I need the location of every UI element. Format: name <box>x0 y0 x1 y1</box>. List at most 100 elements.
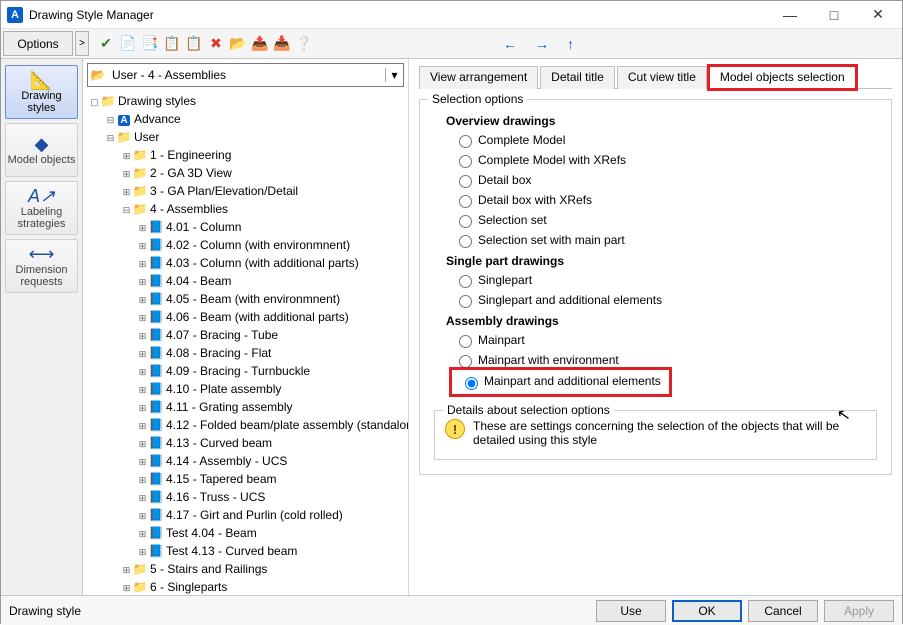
check-icon[interactable]: ✔ <box>97 35 115 53</box>
radio-input[interactable] <box>459 275 472 288</box>
radio-label: Mainpart with environment <box>478 353 619 367</box>
tree-root[interactable]: ▢📁Drawing styles ⊟AAdvance ⊟📁User ⊞📁1 - … <box>89 93 404 595</box>
ok-button[interactable]: OK <box>672 600 742 622</box>
folder-open-icon[interactable]: 📂 <box>229 35 247 53</box>
paste-icon[interactable]: 📋 <box>185 35 203 53</box>
sidebar-item-label: Labeling strategies <box>6 206 77 230</box>
tree-item[interactable]: ⊞📘4.01 - Column <box>137 219 404 237</box>
nav-back-icon[interactable]: ← <box>503 36 517 52</box>
tree[interactable]: ▢📁Drawing styles ⊟AAdvance ⊟📁User ⊞📁1 - … <box>83 91 408 595</box>
tree-item[interactable]: ⊞📘4.07 - Bracing - Tube <box>137 327 404 345</box>
tree-label: 1 - Engineering <box>150 148 231 162</box>
radio-label: Selection set <box>478 213 547 227</box>
help-icon[interactable]: ❔ <box>295 35 313 53</box>
nav-buttons: ← → ↑ <box>503 29 574 58</box>
tab-view-arrangement[interactable]: View arrangement <box>419 66 538 89</box>
tree-item[interactable]: ⊞📁3 - GA Plan/Elevation/Detail <box>121 183 404 201</box>
copy-icon[interactable]: 📋 <box>163 35 181 53</box>
tree-item[interactable]: ⊞📘4.14 - Assembly - UCS <box>137 453 404 471</box>
tree-item[interactable]: ⊞📘4.10 - Plate assembly <box>137 381 404 399</box>
tree-item[interactable]: ⊞📘Test 4.13 - Curved beam <box>137 543 404 561</box>
tree-item[interactable]: ⊞📁2 - GA 3D View <box>121 165 404 183</box>
details-text: These are settings concerning the select… <box>473 419 866 447</box>
tree-advance[interactable]: ⊟AAdvance <box>105 111 404 129</box>
cancel-button[interactable]: Cancel <box>748 600 818 622</box>
details-legend: Details about selection options <box>443 403 614 417</box>
radio-option[interactable]: Detail box <box>454 172 877 188</box>
radio-option[interactable]: Mainpart <box>454 332 877 348</box>
radio-input[interactable] <box>459 215 472 228</box>
tree-item[interactable]: ⊞📘4.09 - Bracing - Turnbuckle <box>137 363 404 381</box>
radio-input[interactable] <box>459 355 472 368</box>
tree-item[interactable]: ⊞📘4.08 - Bracing - Flat <box>137 345 404 363</box>
path-combo[interactable]: 📂 User - 4 - Assemblies ▾ <box>87 63 404 87</box>
nav-forward-icon[interactable]: → <box>535 36 549 52</box>
radio-option[interactable]: Selection set with main part <box>454 232 877 248</box>
tree-item[interactable]: ⊞📁1 - Engineering <box>121 147 404 165</box>
tree-pane: 📂 User - 4 - Assemblies ▾ ▢📁Drawing styl… <box>83 59 409 595</box>
tree-item[interactable]: ⊞📘4.04 - Beam <box>137 273 404 291</box>
radio-input[interactable] <box>459 235 472 248</box>
tab-detail-title[interactable]: Detail title <box>540 66 615 89</box>
tree-label: 4.09 - Bracing - Turnbuckle <box>166 364 310 378</box>
radio-option[interactable]: Mainpart with environment <box>454 352 877 368</box>
close-button[interactable]: ✕ <box>856 1 900 29</box>
use-button[interactable]: Use <box>596 600 666 622</box>
details-box: Details about selection options ! These … <box>434 410 877 460</box>
radio-input[interactable] <box>459 155 472 168</box>
tree-item[interactable]: ⊞📘4.12 - Folded beam/plate assembly (sta… <box>137 417 404 435</box>
tree-label: 2 - GA 3D View <box>150 166 232 180</box>
radio-input[interactable] <box>465 377 478 390</box>
sidebar-item-drawing-styles[interactable]: 📐 Drawing styles <box>5 65 78 119</box>
tree-label: 4.01 - Column <box>166 220 241 234</box>
sidebar-item-model-objects[interactable]: ◆ Model objects <box>5 123 78 177</box>
nav-up-icon[interactable]: ↑ <box>567 36 574 52</box>
radio-option[interactable]: Mainpart and additional elements <box>454 372 877 392</box>
app-icon: A <box>7 7 23 23</box>
sidebar-item-dimension[interactable]: ⟷ Dimension requests <box>5 239 78 293</box>
delete-icon[interactable]: ✖ <box>207 35 225 53</box>
options-button[interactable]: Options <box>3 31 73 56</box>
tree-item[interactable]: ⊞📘4.02 - Column (with environmnent) <box>137 237 404 255</box>
tree-item[interactable]: ⊞📘Test 4.04 - Beam <box>137 525 404 543</box>
tree-user[interactable]: ⊟📁User ⊞📁1 - Engineering⊞📁2 - GA 3D View… <box>105 129 404 595</box>
radio-input[interactable] <box>459 195 472 208</box>
radio-option[interactable]: Singlepart <box>454 272 877 288</box>
radio-option[interactable]: Singlepart and additional elements <box>454 292 877 308</box>
radio-option[interactable]: Complete Model <box>454 132 877 148</box>
tree-item[interactable]: ⊟📁4 - Assemblies⊞📘4.01 - Column⊞📘4.02 - … <box>121 201 404 561</box>
options-expand[interactable]: > <box>75 31 89 56</box>
radio-input[interactable] <box>459 295 472 308</box>
tree-label: 4.11 - Grating assembly <box>166 400 293 414</box>
tree-item[interactable]: ⊞📘4.05 - Beam (with environmnent) <box>137 291 404 309</box>
maximize-button[interactable]: □ <box>812 1 856 29</box>
folder-up-icon[interactable]: 📤 <box>251 35 269 53</box>
sidebar-item-labeling[interactable]: A↗ Labeling strategies <box>5 181 78 235</box>
tab-model-objects-selection[interactable]: Model objects selection <box>709 66 856 89</box>
radio-label: Complete Model with XRefs <box>478 153 626 167</box>
tree-item[interactable]: ⊞📘4.03 - Column (with additional parts) <box>137 255 404 273</box>
radio-option[interactable]: Complete Model with XRefs <box>454 152 877 168</box>
tree-item[interactable]: ⊞📘4.06 - Beam (with additional parts) <box>137 309 404 327</box>
radio-input[interactable] <box>459 335 472 348</box>
tree-item[interactable]: ⊞📁5 - Stairs and Railings <box>121 561 404 579</box>
copy-doc-icon[interactable]: 📑 <box>141 35 159 53</box>
tab-cut-view-title[interactable]: Cut view title <box>617 66 707 89</box>
tree-item[interactable]: ⊞📁6 - Singleparts <box>121 579 404 595</box>
tree-item[interactable]: ⊞📘4.16 - Truss - UCS <box>137 489 404 507</box>
tree-item[interactable]: ⊞📘4.15 - Tapered beam <box>137 471 404 489</box>
tree-item[interactable]: ⊞📘4.11 - Grating assembly <box>137 399 404 417</box>
tree-label: Advance <box>134 112 181 126</box>
radio-option[interactable]: Selection set <box>454 212 877 228</box>
new-icon[interactable]: 📄 <box>119 35 137 53</box>
radio-input[interactable] <box>459 135 472 148</box>
minimize-button[interactable]: ― <box>768 1 812 29</box>
folder-out-icon[interactable]: 📥 <box>273 35 291 53</box>
radio-input[interactable] <box>459 175 472 188</box>
folder-icon: 📂 <box>88 68 108 82</box>
radio-option[interactable]: Detail box with XRefs <box>454 192 877 208</box>
tree-item[interactable]: ⊞📘4.17 - Girt and Purlin (cold rolled) <box>137 507 404 525</box>
apply-button[interactable]: Apply <box>824 600 894 622</box>
tree-item[interactable]: ⊞📘4.13 - Curved beam <box>137 435 404 453</box>
chevron-down-icon[interactable]: ▾ <box>385 68 403 82</box>
